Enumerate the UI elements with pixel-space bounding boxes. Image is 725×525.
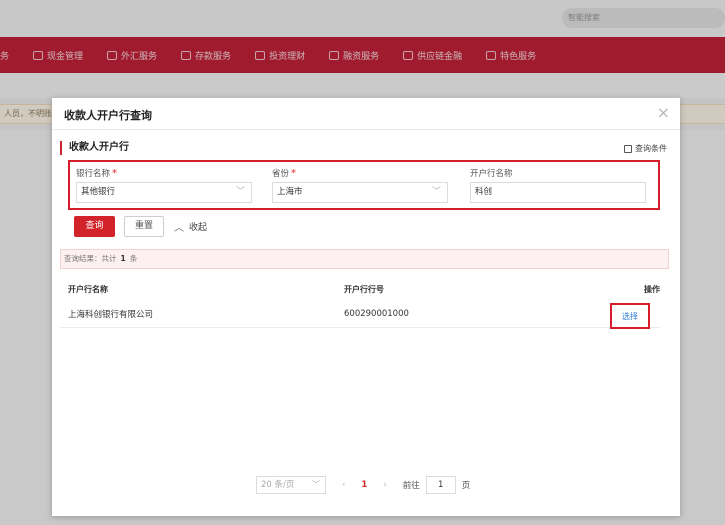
required-mark: * — [112, 168, 118, 179]
search-form: 银行名称 * 其他银行 ﹀ 省份 * 上海市 ﹀ 开户行名称 科创 — [68, 160, 660, 210]
next-page-icon[interactable]: › — [383, 480, 386, 490]
province-select[interactable]: 上海市 ﹀ — [272, 182, 448, 203]
bank-query-dialog: 收款人开户行查询 × 收款人开户行 查询条件 银行名称 * 其他银行 ﹀ 省份 * … — [52, 98, 680, 516]
query-condition-label: 查询条件 — [635, 144, 667, 153]
filter-icon — [624, 144, 632, 153]
province-label: 省份 * — [272, 168, 297, 179]
province-value: 上海市 — [277, 187, 303, 197]
table-header: 开户行名称 开户行行号 操作 — [60, 278, 660, 300]
chevron-down-icon: ﹀ — [235, 187, 245, 197]
section-title: 收款人开户行 — [60, 141, 129, 155]
query-button[interactable]: 查询 — [74, 216, 115, 237]
chevron-down-icon: ﹀ — [312, 480, 320, 489]
reset-button[interactable]: 重置 — [124, 216, 164, 237]
cell-bank-name: 上海科创银行有限公司 — [68, 309, 154, 320]
action-buttons: 查询 重置 ︿ 收起 — [74, 216, 207, 237]
goto-label: 前往 — [402, 481, 420, 491]
dialog-title: 收款人开户行查询 — [64, 109, 152, 122]
page-size-select[interactable]: 20 条/页 ﹀ — [256, 476, 326, 494]
dialog-header: 收款人开户行查询 × — [52, 98, 680, 130]
bank-name-select[interactable]: 其他银行 ﹀ — [76, 182, 252, 203]
prev-page-icon[interactable]: ‹ — [342, 480, 345, 490]
chevron-down-icon: ﹀ — [431, 187, 441, 197]
page-number[interactable]: 1 — [361, 480, 367, 490]
header-bank-code: 开户行行号 — [344, 284, 384, 294]
bank-name-label: 银行名称 * — [76, 168, 118, 179]
select-highlight: 选择 — [610, 303, 650, 329]
header-bank-name: 开户行名称 — [68, 284, 108, 294]
collapse-label: 收起 — [189, 223, 208, 233]
branch-name-field: 开户行名称 科创 — [470, 168, 646, 203]
province-field: 省份 * 上海市 ﹀ — [272, 168, 448, 203]
branch-name-label: 开户行名称 — [470, 169, 513, 179]
branch-name-value: 科创 — [475, 187, 493, 197]
table-row: 上海科创银行有限公司 600290001000 — [60, 300, 660, 328]
bank-name-value: 其他银行 — [81, 187, 116, 197]
required-mark: * — [291, 168, 297, 179]
result-prefix: 查询结果：共计 — [64, 254, 117, 263]
branch-name-input[interactable]: 科创 — [470, 182, 646, 203]
goto-page-input[interactable]: 1 — [425, 476, 456, 494]
select-link[interactable]: 选择 — [622, 311, 638, 322]
page-label: 页 — [461, 481, 471, 491]
result-count: 1 — [120, 254, 126, 263]
result-summary: 查询结果：共计 1 条 — [60, 249, 669, 269]
collapse-button[interactable]: ︿ 收起 — [174, 219, 207, 234]
bank-name-field: 银行名称 * 其他银行 ﹀ — [76, 168, 252, 203]
header-action: 操作 — [644, 284, 660, 294]
bank-results-table: 开户行名称 开户行行号 操作 上海科创银行有限公司 600290001000 — [60, 278, 660, 328]
close-icon[interactable]: × — [657, 104, 670, 122]
cell-bank-code: 600290001000 — [344, 308, 409, 319]
chevron-up-icon: ︿ — [174, 223, 184, 234]
pagination: 20 条/页 ﹀ ‹ 1 › 前往 1 页 — [256, 476, 470, 494]
page-size-value: 20 条/页 — [261, 480, 295, 490]
query-condition-toggle[interactable]: 查询条件 — [624, 143, 667, 154]
result-suffix: 条 — [129, 254, 138, 263]
